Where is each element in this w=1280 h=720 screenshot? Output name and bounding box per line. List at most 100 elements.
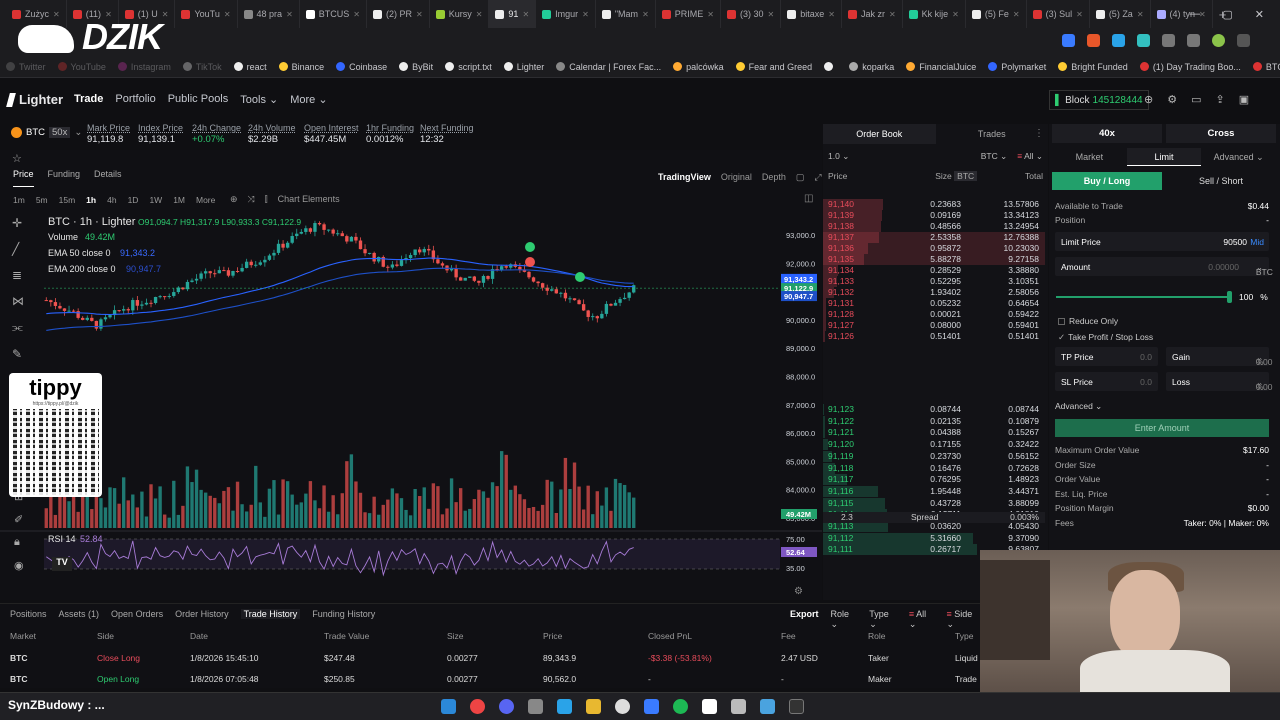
amount-field[interactable]: Amount 0.00000 BTC ⌄ bbox=[1055, 257, 1273, 277]
column-header[interactable]: Role bbox=[868, 631, 885, 641]
nav-more[interactable]: More ⌄ bbox=[290, 93, 327, 106]
ask-row[interactable]: 91,132 1.93402 2.58056 bbox=[823, 287, 1045, 298]
ask-row[interactable]: 91,128 0.00021 0.59422 bbox=[823, 309, 1045, 320]
bookmark-item[interactable] bbox=[824, 62, 837, 71]
browser-tab[interactable]: (5) Za ✕ bbox=[1090, 0, 1151, 28]
price-chart[interactable]: BTC · 1h · Lighter O91,094.7 H91,317.9 L9… bbox=[0, 150, 822, 600]
bookmark-item[interactable]: Lighter bbox=[503, 62, 544, 72]
bid-row[interactable]: 91,123 0.08744 0.08744 bbox=[823, 404, 1045, 415]
extension-icon[interactable] bbox=[1087, 34, 1100, 47]
bookmark-item[interactable]: Polymarket bbox=[988, 62, 1046, 72]
maximize-icon[interactable]: ▢ bbox=[1222, 8, 1232, 21]
export-button[interactable]: Export bbox=[790, 609, 819, 630]
slider-percent[interactable]: 100 % bbox=[1239, 292, 1268, 302]
extension-icon[interactable] bbox=[1137, 34, 1150, 47]
column-header[interactable]: Price bbox=[543, 631, 562, 641]
column-header[interactable]: Trade Value bbox=[324, 631, 369, 641]
bid-row[interactable]: 91,122 0.02135 0.10879 bbox=[823, 415, 1045, 427]
browser-tab[interactable]: Imgur ✕ bbox=[536, 0, 596, 28]
sell-marker-icon[interactable] bbox=[525, 257, 535, 267]
tab-close-icon[interactable]: ✕ bbox=[286, 10, 293, 19]
ask-row[interactable]: 91,134 0.28529 3.38880 bbox=[823, 265, 1045, 276]
type-filter[interactable]: Type ⌄ bbox=[869, 609, 897, 630]
browser-tab[interactable]: (3) Sul ✕ bbox=[1027, 0, 1090, 28]
settings-gear-icon[interactable]: ⚙ bbox=[794, 586, 803, 597]
tab-close-icon[interactable]: ✕ bbox=[1013, 10, 1020, 19]
browser-tab[interactable]: Kk kije ✕ bbox=[903, 0, 966, 28]
bookmark-item[interactable]: palcówka bbox=[673, 62, 724, 72]
buy-long-button[interactable]: Buy / Long bbox=[1052, 172, 1162, 190]
photos-icon[interactable] bbox=[760, 699, 775, 714]
browser-tab[interactable]: 48 pra ✕ bbox=[238, 0, 300, 28]
bookmark-item[interactable]: FinancialJuice bbox=[906, 62, 976, 72]
minimize-icon[interactable]: — bbox=[1189, 8, 1200, 20]
ask-row[interactable]: 91,139 0.09169 13.34123 bbox=[823, 210, 1045, 221]
ask-row[interactable]: 91,140 0.23683 13.57806 bbox=[823, 199, 1045, 210]
nav-public-pools[interactable]: Public Pools bbox=[168, 93, 229, 106]
margin-mode-button[interactable]: Cross bbox=[1166, 124, 1276, 143]
tab-funding-history[interactable]: Funding History bbox=[312, 609, 375, 619]
tab-close-icon[interactable]: ✕ bbox=[522, 10, 529, 19]
tab-close-icon[interactable]: ✕ bbox=[416, 10, 423, 19]
bookmark-item[interactable]: script.txt bbox=[445, 62, 492, 72]
chrome-icon[interactable] bbox=[470, 699, 485, 714]
gain-field[interactable]: Gain 0.00 % ⌄ bbox=[1166, 347, 1272, 367]
folder-icon[interactable] bbox=[586, 699, 601, 714]
lighter-logo[interactable]: Lighter bbox=[6, 92, 63, 107]
tab-open-orders[interactable]: Open Orders bbox=[111, 609, 163, 619]
browser-tab[interactable]: "Mam ✕ bbox=[596, 0, 656, 28]
tab-close-icon[interactable]: ✕ bbox=[828, 10, 835, 19]
tab-market[interactable]: Market bbox=[1052, 148, 1127, 166]
spotify-icon[interactable] bbox=[673, 699, 688, 714]
limit-price-field[interactable]: Limit Price 90500 Mid bbox=[1055, 232, 1269, 251]
tab-close-icon[interactable]: ✕ bbox=[1137, 10, 1144, 19]
pencil-icon[interactable]: ✐ bbox=[14, 513, 24, 526]
star-icon[interactable] bbox=[1062, 34, 1075, 47]
slider-handle[interactable] bbox=[1227, 291, 1232, 303]
unit-select[interactable]: BTC ⌄ bbox=[981, 151, 1007, 162]
tab-close-icon[interactable]: ✕ bbox=[889, 10, 896, 19]
browser-tab[interactable]: BTCUS ✕ bbox=[300, 0, 367, 28]
role-filter[interactable]: Role ⌄ bbox=[831, 609, 858, 630]
ask-row[interactable]: 91,138 0.48566 13.24954 bbox=[823, 221, 1045, 232]
bookmark-item[interactable]: koparka bbox=[849, 62, 894, 72]
browser-tab[interactable]: bitaxe ✕ bbox=[781, 0, 842, 28]
close-icon[interactable]: ✕ bbox=[1255, 8, 1264, 21]
browser-tab[interactable]: Jak zr ✕ bbox=[842, 0, 903, 28]
ask-row[interactable]: 91,127 0.08000 0.59401 bbox=[823, 320, 1045, 331]
app-icon[interactable] bbox=[731, 699, 746, 714]
tiktok-icon[interactable] bbox=[702, 699, 717, 714]
wallet-icon[interactable]: ▣ bbox=[1239, 93, 1249, 106]
browser-tab[interactable]: (2) PR ✕ bbox=[367, 0, 430, 28]
sell-short-button[interactable]: Sell / Short bbox=[1166, 172, 1276, 190]
tab-close-icon[interactable]: ✕ bbox=[353, 10, 360, 19]
fib-icon[interactable]: ≣ bbox=[12, 268, 24, 282]
ask-row[interactable]: 91,131 0.05232 0.64654 bbox=[823, 298, 1045, 309]
leverage-button[interactable]: 40x bbox=[1052, 124, 1162, 143]
advanced-toggle[interactable]: Advanced ⌄ bbox=[1055, 401, 1102, 412]
amount-slider[interactable] bbox=[1056, 296, 1229, 298]
side-filter[interactable]: ≡ All ⌄ bbox=[1017, 151, 1043, 162]
bookmark-item[interactable]: YouTube bbox=[57, 62, 106, 72]
tab-trade-history[interactable]: Trade History bbox=[240, 609, 301, 619]
tab-trades[interactable]: Trades bbox=[936, 124, 1049, 144]
tab-order-book[interactable]: Order Book bbox=[823, 124, 936, 144]
tab-close-icon[interactable]: ✕ bbox=[642, 10, 649, 19]
loss-field[interactable]: Loss 0.00 % ⌄ bbox=[1166, 372, 1272, 392]
market-selector[interactable]: BTC 50x ⌄ bbox=[11, 127, 82, 138]
column-header[interactable]: Type bbox=[955, 631, 973, 641]
tab-close-icon[interactable]: ✕ bbox=[1076, 10, 1083, 19]
puzzle-icon[interactable] bbox=[1162, 34, 1175, 47]
ask-row[interactable]: 91,135 5.88278 9.27158 bbox=[823, 254, 1045, 265]
prediction-icon[interactable]: ⫘ bbox=[12, 320, 24, 335]
telegram-icon[interactable] bbox=[557, 699, 572, 714]
pattern-icon[interactable]: ⋈ bbox=[12, 294, 24, 308]
share-icon[interactable]: ⇪ bbox=[1216, 93, 1225, 106]
bid-row[interactable]: 91,115 0.43728 3.88099 bbox=[823, 497, 1045, 509]
enter-amount-button[interactable]: Enter Amount bbox=[1055, 419, 1269, 437]
more-vertical-icon[interactable]: ⋮ bbox=[1034, 128, 1044, 139]
extension-icon[interactable] bbox=[1112, 34, 1125, 47]
tab-close-icon[interactable]: ✕ bbox=[952, 10, 959, 19]
tab-positions[interactable]: Positions bbox=[10, 609, 47, 619]
browser-tab[interactable]: (3) 30 ✕ bbox=[721, 0, 782, 28]
